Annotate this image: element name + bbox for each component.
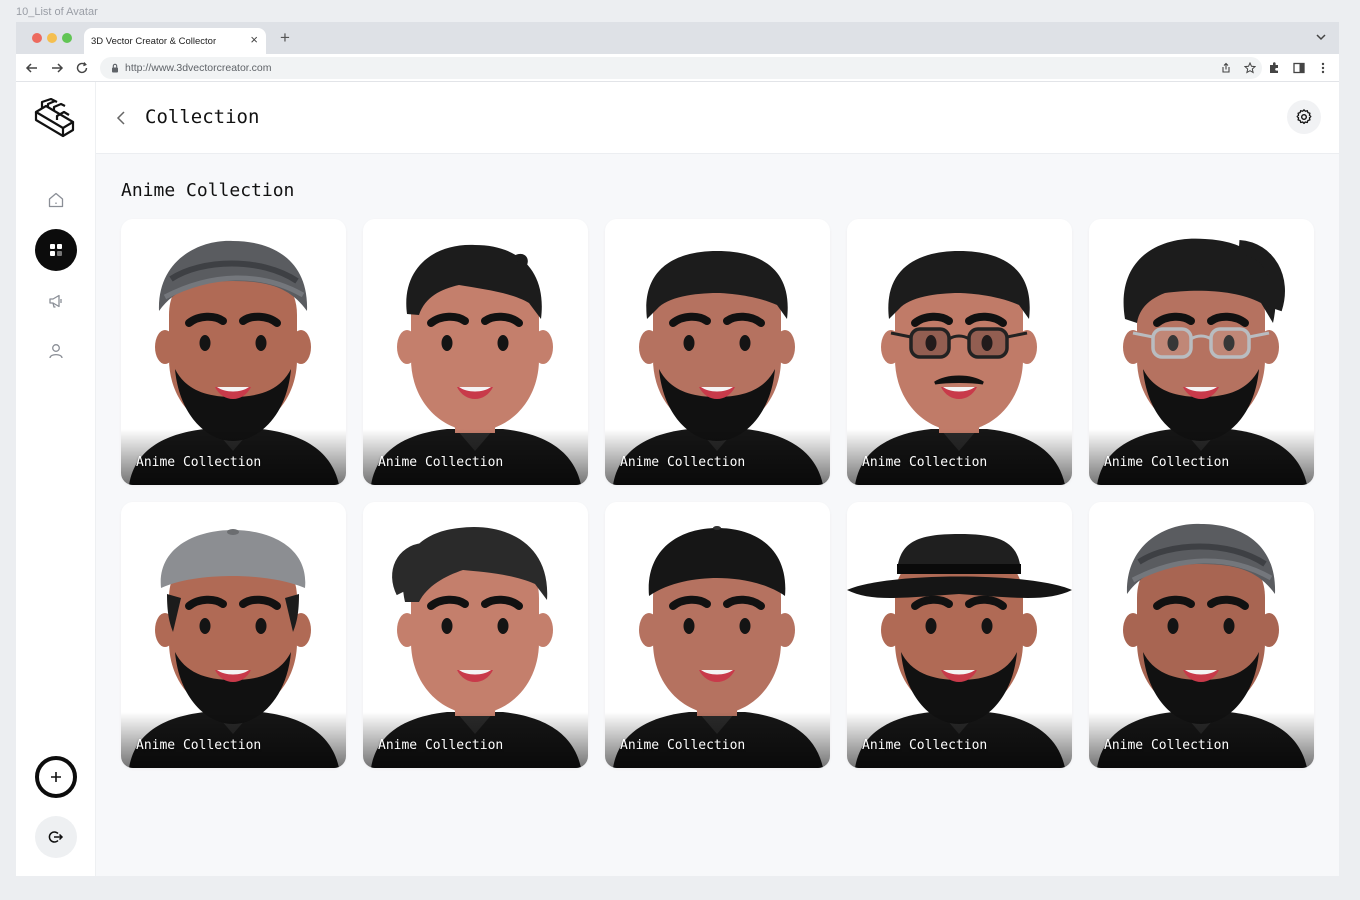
tab-title: 3D Vector Creator & Collector xyxy=(91,35,217,47)
card-label: Anime Collection xyxy=(1104,738,1230,753)
share-icon[interactable] xyxy=(1220,62,1232,74)
sidebar-item-collection[interactable] xyxy=(35,229,77,271)
more-vert-icon[interactable] xyxy=(1316,61,1330,75)
avatar-card[interactable]: Anime Collection xyxy=(847,219,1072,485)
sidebar-item-announcements[interactable] xyxy=(35,280,77,322)
logout-icon xyxy=(48,831,64,843)
main-content: Collection Anime Collection Anime Collec… xyxy=(96,82,1339,876)
close-window-button[interactable] xyxy=(32,33,42,43)
browser-window: 3D Vector Creator & Collector × + http:/… xyxy=(16,22,1339,876)
card-label: Anime Collection xyxy=(136,455,262,470)
forward-arrow-icon[interactable] xyxy=(50,61,64,75)
grid-icon xyxy=(50,244,62,256)
minimize-window-button[interactable] xyxy=(47,33,57,43)
gear-icon xyxy=(1296,109,1312,125)
page-header: Collection xyxy=(96,82,1339,154)
megaphone-icon xyxy=(49,294,62,308)
card-label: Anime Collection xyxy=(136,738,262,753)
sidebar xyxy=(16,82,96,876)
section-title: Anime Collection xyxy=(121,180,295,201)
avatar-card[interactable]: Anime Collection xyxy=(363,502,588,768)
back-chevron-icon[interactable] xyxy=(114,108,130,128)
avatar-grid: Anime Collection Anime Collection Anime … xyxy=(121,219,1314,768)
tab-bar: 3D Vector Creator & Collector × + xyxy=(16,22,1339,54)
lock-icon xyxy=(112,63,118,73)
back-arrow-icon[interactable] xyxy=(25,61,39,75)
logo-icon[interactable] xyxy=(33,98,77,140)
card-label: Anime Collection xyxy=(862,455,988,470)
user-icon xyxy=(49,344,63,359)
sidebar-item-home[interactable] xyxy=(35,179,77,221)
avatar-card[interactable]: Anime Collection xyxy=(1089,219,1314,485)
card-label: Anime Collection xyxy=(620,455,746,470)
card-label: Anime Collection xyxy=(862,738,988,753)
settings-button[interactable] xyxy=(1287,100,1321,134)
bookmark-star-icon[interactable] xyxy=(1244,62,1256,74)
avatar-card[interactable]: Anime Collection xyxy=(847,502,1072,768)
avatar-card[interactable]: Anime Collection xyxy=(1089,502,1314,768)
home-icon xyxy=(48,192,64,208)
side-panel-icon[interactable] xyxy=(1292,61,1306,75)
extensions-icon[interactable] xyxy=(1267,61,1281,75)
avatar-card[interactable]: Anime Collection xyxy=(363,219,588,485)
sidebar-item-profile[interactable] xyxy=(35,330,77,372)
app: Collection Anime Collection Anime Collec… xyxy=(16,82,1339,876)
url-text: http://www.3dvectorcreator.com xyxy=(125,62,272,74)
browser-toolbar: http://www.3dvectorcreator.com xyxy=(16,54,1339,82)
chevron-down-icon[interactable] xyxy=(1315,31,1327,43)
avatar-card[interactable]: Anime Collection xyxy=(605,502,830,768)
card-label: Anime Collection xyxy=(378,738,504,753)
card-label: Anime Collection xyxy=(620,738,746,753)
logout-button[interactable] xyxy=(35,816,77,858)
card-label: Anime Collection xyxy=(1104,455,1230,470)
plus-icon xyxy=(51,772,61,782)
page-title: Collection xyxy=(145,106,260,128)
tab-close-icon[interactable]: × xyxy=(250,33,258,47)
avatar-card[interactable]: Anime Collection xyxy=(605,219,830,485)
card-label: Anime Collection xyxy=(378,455,504,470)
new-tab-button[interactable]: + xyxy=(280,28,290,48)
add-button[interactable] xyxy=(35,756,77,798)
address-bar[interactable]: http://www.3dvectorcreator.com xyxy=(100,57,1262,79)
avatar-card[interactable]: Anime Collection xyxy=(121,502,346,768)
frame-label: 10_List of Avatar xyxy=(16,6,98,18)
avatar-card[interactable]: Anime Collection xyxy=(121,219,346,485)
reload-icon[interactable] xyxy=(75,61,89,75)
browser-tab[interactable]: 3D Vector Creator & Collector × xyxy=(84,28,266,54)
maximize-window-button[interactable] xyxy=(62,33,72,43)
